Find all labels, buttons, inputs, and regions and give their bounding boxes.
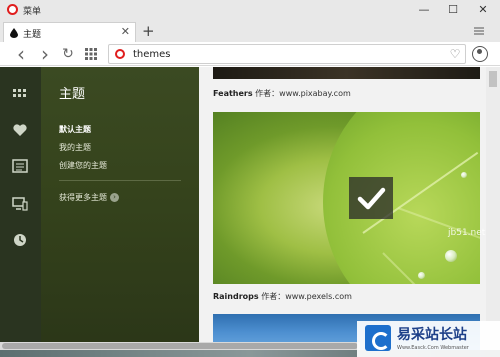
sidebar-divider (59, 180, 181, 181)
author-label: 作者： (261, 292, 286, 301)
forward-button[interactable]: › (36, 42, 54, 66)
reload-button[interactable]: ↻ (59, 42, 77, 66)
new-tab-button[interactable]: + (142, 22, 155, 40)
theme-source: www.pixabay.com (279, 89, 351, 98)
vertical-scrollbar[interactable] (486, 67, 500, 350)
selected-checkmark-icon (349, 177, 393, 219)
raindrop (461, 172, 467, 178)
title-bar: 菜单 — ☐ ✕ (0, 0, 500, 20)
get-more-themes-link[interactable]: 获得更多主题 › (59, 192, 119, 203)
history-icon[interactable] (12, 233, 28, 247)
watermark-subtitle: Www.Easck.Com Webmaster (397, 345, 469, 351)
tab-bar: 主题 ✕ (0, 20, 500, 42)
news-icon[interactable] (12, 159, 28, 173)
tab-label: 主题 (23, 30, 42, 40)
horizontal-scrollbar[interactable] (0, 342, 360, 350)
sidebar-icon-strip (0, 67, 41, 350)
menu-label[interactable]: 菜单 (23, 4, 41, 17)
raindrop (445, 250, 457, 262)
back-button[interactable]: ‹ (12, 42, 30, 66)
maximize-button[interactable]: ☐ (438, 0, 468, 20)
sidebar-item-default-themes[interactable]: 默认主题 (59, 124, 91, 135)
sidebar-item-my-themes[interactable]: 我的主题 (59, 142, 91, 153)
browser-window: 菜单 — ☐ ✕ 主题 ✕ + ‹ › ↻ themes ♡ 主题 默认主题 我… (0, 0, 500, 350)
speed-dial-icon[interactable] (12, 87, 28, 101)
get-more-themes-label: 获得更多主题 (59, 193, 107, 202)
scrollbar-thumb[interactable] (2, 343, 358, 349)
opera-logo-icon[interactable] (7, 4, 18, 15)
author-label: 作者： (255, 89, 280, 98)
site-watermark: 易采站长站 Www.Easck.Com Webmaster (357, 321, 500, 357)
theme-name: Raindrops (213, 292, 259, 301)
theme-card-feathers-image[interactable] (213, 67, 480, 79)
theme-name: Feathers (213, 89, 253, 98)
scrollbar-thumb[interactable] (489, 71, 497, 87)
tab-menu-icon[interactable] (474, 26, 484, 36)
drop-icon (10, 28, 18, 38)
watermark-url: jb51.net (448, 228, 486, 238)
close-window-button[interactable]: ✕ (468, 0, 498, 20)
sidebar-item-create-theme[interactable]: 创建您的主题 (59, 160, 107, 171)
theme-card-raindrops-image[interactable] (213, 112, 480, 284)
devices-icon[interactable] (12, 197, 28, 211)
themes-gallery: Feathers 作者：www.pixabay.com Raindrops 作者… (199, 67, 486, 350)
url-text[interactable]: themes (133, 49, 171, 60)
bookmark-heart-icon[interactable]: ♡ (447, 46, 463, 62)
tab-close-button[interactable]: ✕ (121, 25, 130, 38)
tab-themes[interactable]: 主题 ✕ (3, 22, 136, 42)
raindrop (418, 272, 425, 279)
address-toolbar: ‹ › ↻ themes ♡ (0, 42, 500, 66)
heart-icon[interactable] (12, 123, 28, 137)
sidebar-title: 主题 (59, 87, 86, 102)
theme-caption-feathers: Feathers 作者：www.pixabay.com (213, 88, 351, 99)
profile-icon[interactable] (472, 46, 488, 62)
theme-source: www.pexels.com (285, 292, 352, 301)
watermark-logo-icon (365, 325, 391, 351)
watermark-title: 易采站长站 (397, 327, 467, 343)
arrow-right-icon: › (110, 193, 119, 202)
themes-sidebar: 主题 默认主题 我的主题 创建您的主题 获得更多主题 › (41, 67, 199, 350)
opera-o-icon (115, 49, 125, 59)
minimize-button[interactable]: — (409, 0, 439, 20)
theme-caption-raindrops: Raindrops 作者：www.pexels.com (213, 291, 352, 302)
speed-dial-grid-icon[interactable] (85, 48, 97, 60)
address-bar[interactable]: themes ♡ (108, 44, 466, 64)
